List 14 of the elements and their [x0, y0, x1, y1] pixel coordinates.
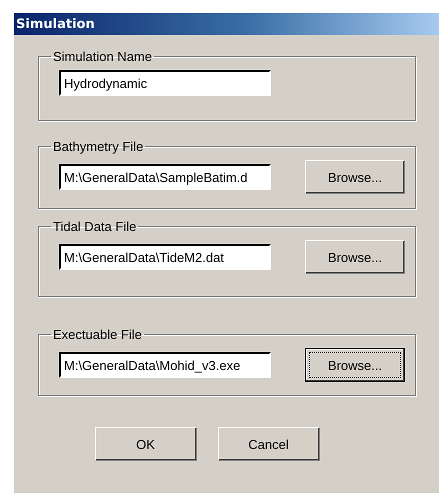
- group-label: Tidal Data File: [52, 219, 138, 234]
- group-label: Simulation Name: [52, 49, 153, 64]
- browse-button[interactable]: Browse...: [305, 240, 405, 274]
- group-label: Bathymetry File: [52, 139, 144, 154]
- ok-button[interactable]: OK: [94, 427, 196, 461]
- browse-button[interactable]: Browse...: [305, 348, 405, 382]
- input-field[interactable]: Hydrodynamic: [59, 70, 271, 96]
- browse-button[interactable]: Browse...: [305, 160, 405, 194]
- input-field[interactable]: M:\GeneralData\Mohid_v3.exe: [59, 352, 271, 378]
- group-label: Exectuable File: [52, 327, 143, 342]
- input-field[interactable]: M:\GeneralData\SampleBatim.d: [59, 164, 271, 190]
- window-title: Simulation: [14, 13, 439, 35]
- cancel-button[interactable]: Cancel: [218, 427, 320, 461]
- input-field[interactable]: M:\GeneralData\TideM2.dat: [59, 244, 271, 270]
